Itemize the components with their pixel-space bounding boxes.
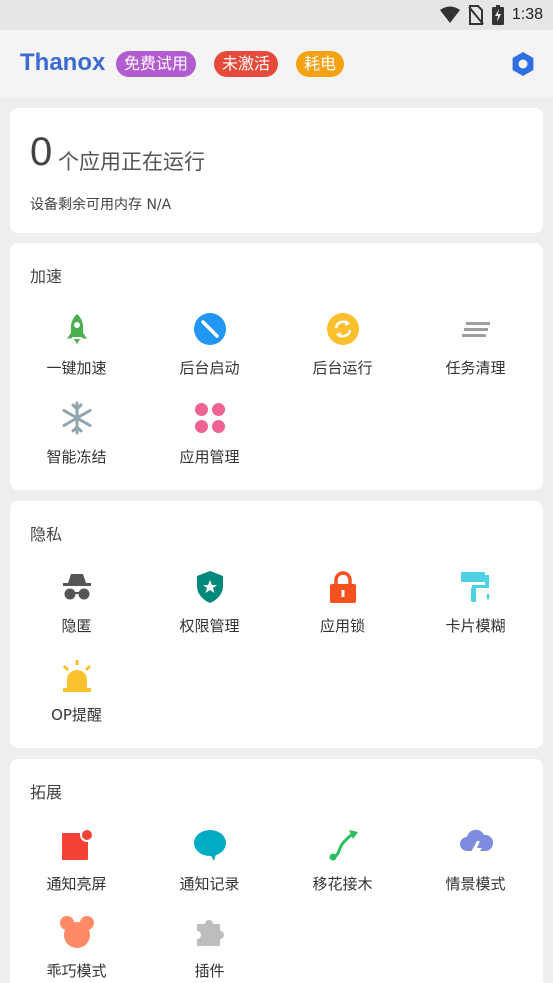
screen: 1:38 Thanox 免费试用 未激活 耗电 0 个应用正在运行 设备剩余可用… [0, 0, 553, 983]
snowflake-icon [62, 401, 91, 435]
running-app-label: 个应用正在运行 [58, 150, 205, 174]
tile-label: 情景模式 [445, 875, 506, 893]
tile-plugins[interactable]: 插件 [143, 914, 276, 983]
tile-label: 权限管理 [179, 617, 240, 635]
tile-card-blur[interactable]: 卡片模糊 [409, 569, 542, 649]
incognito-icon [62, 574, 91, 600]
tile-notification-log[interactable]: 通知记录 [143, 827, 276, 907]
badge-label: 耗电 [304, 54, 337, 73]
settings-button[interactable] [509, 50, 537, 78]
tile-smart-freeze[interactable]: 智能冻结 [10, 400, 143, 480]
tile-label: 后台运行 [312, 359, 373, 377]
notification-screen-icon [61, 828, 94, 860]
shield-star-icon [196, 571, 223, 603]
tile-redirect[interactable]: 移花接木 [276, 827, 409, 907]
badge-power-drain[interactable]: 耗电 [296, 51, 345, 77]
running-status-card[interactable]: 0 个应用正在运行 设备剩余可用内存 N/A [10, 108, 543, 233]
paint-roller-icon [460, 572, 489, 602]
tile-label: 插件 [194, 962, 225, 980]
tile-label: 智能冻结 [46, 448, 107, 466]
tile-label: 后台启动 [179, 359, 240, 377]
tile-op-reminder[interactable]: OP提醒 [10, 658, 143, 738]
tile-scene-mode[interactable]: 情景模式 [409, 827, 542, 907]
tile-label: 应用管理 [179, 448, 240, 466]
tile-app-lock[interactable]: 应用锁 [276, 569, 409, 649]
section-title: 隐私 [30, 525, 63, 544]
tile-label: OP提醒 [51, 706, 102, 724]
block-circle-icon [193, 313, 226, 345]
mouse-ears-icon [59, 916, 94, 948]
tile-label: 一键加速 [46, 359, 107, 377]
available-memory-text: 设备剩余可用内存 N/A [30, 197, 172, 213]
status-bar: 1:38 [0, 0, 553, 30]
running-app-count: 0 [30, 130, 53, 174]
badge-not-activated[interactable]: 未激活 [214, 51, 279, 77]
app-bar: Thanox 免费试用 未激活 耗电 [0, 30, 553, 98]
tile-label: 移花接木 [312, 875, 373, 893]
weather-lightning-icon [459, 829, 493, 861]
badge-label: 免费试用 [124, 54, 189, 73]
tile-notification-screen-on[interactable]: 通知亮屏 [10, 827, 143, 907]
section-privacy: 隐私 隐匿 权限管理 应用锁 卡片模糊 OP提醒 [10, 501, 543, 748]
section-title: 加速 [30, 267, 63, 286]
tile-incognito[interactable]: 隐匿 [10, 569, 143, 649]
tile-label: 应用锁 [319, 617, 365, 635]
section-boost: 加速 一键加速 后台启动 后台运行 任务清理 智能冻结 应用管理 [10, 243, 543, 490]
tile-background-start[interactable]: 后台启动 [143, 311, 276, 391]
apps-grid-icon [194, 403, 225, 433]
rocket-icon [66, 314, 87, 344]
section-extensions: 拓展 通知亮屏 通知记录 移花接木 情景模式 乖巧模式 插件 [10, 759, 543, 983]
status-time: 1:38 [511, 6, 543, 23]
lock-icon [329, 571, 356, 603]
tile-one-key-boost[interactable]: 一键加速 [10, 311, 143, 391]
no-sim-icon [468, 5, 484, 25]
tile-label: 乖巧模式 [46, 962, 107, 980]
route-arrow-icon [329, 830, 358, 861]
sync-circle-icon [326, 313, 359, 345]
tile-label: 通知亮屏 [46, 875, 107, 893]
battery-charging-icon [491, 5, 504, 25]
badge-trial[interactable]: 免费试用 [116, 51, 197, 77]
tile-label: 任务清理 [445, 359, 506, 377]
section-title: 拓展 [30, 783, 63, 802]
clear-list-icon [461, 322, 490, 337]
puzzle-icon [196, 920, 224, 946]
badge-label: 未激活 [222, 54, 271, 73]
alarm-light-icon [62, 660, 91, 692]
tile-background-run[interactable]: 后台运行 [276, 311, 409, 391]
tile-app-manage[interactable]: 应用管理 [143, 400, 276, 480]
tile-task-clean[interactable]: 任务清理 [409, 311, 542, 391]
app-title: Thanox [20, 49, 106, 76]
wifi-icon [439, 6, 460, 23]
tile-label: 通知记录 [179, 875, 240, 893]
hexagon-settings-icon [512, 52, 534, 76]
chat-bubble-icon [193, 830, 226, 861]
tile-permission-manage[interactable]: 权限管理 [143, 569, 276, 649]
tile-obedient-mode[interactable]: 乖巧模式 [10, 914, 143, 983]
tile-label: 隐匿 [61, 617, 92, 635]
tile-label: 卡片模糊 [445, 617, 506, 635]
